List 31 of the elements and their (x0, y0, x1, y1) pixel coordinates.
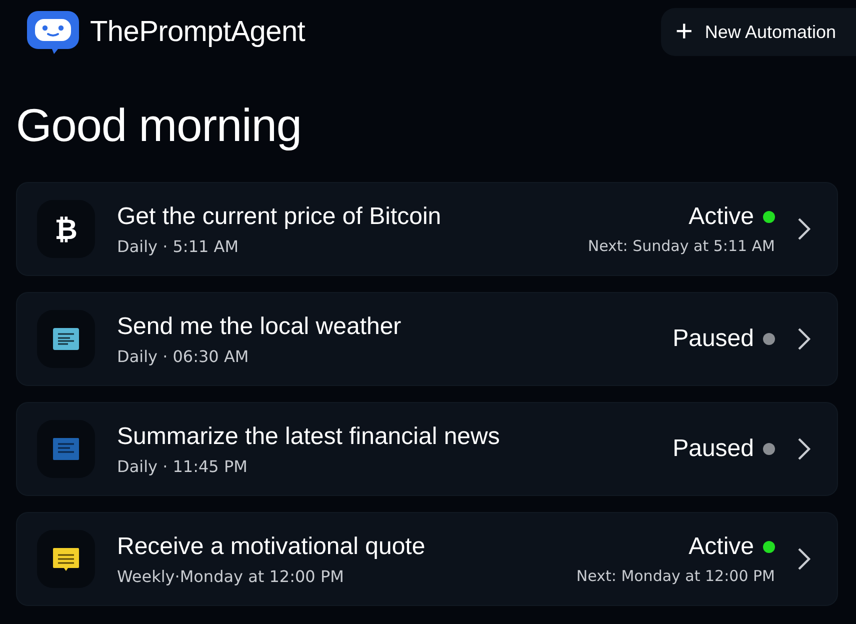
plus-icon: + (675, 17, 693, 47)
next-run-text: Next: Sunday at 5:11 AM (588, 237, 775, 255)
robot-chat-logo (26, 9, 80, 55)
next-run-text: Next: Monday at 12:00 PM (576, 567, 775, 585)
bitcoin-icon: ₿ (54, 212, 78, 246)
status-text: Active (688, 203, 754, 231)
automation-card[interactable]: Summarize the latest financial news Daily · 11:45 PM Paused (16, 402, 838, 496)
automation-title: Summarize the latest financial news (117, 422, 501, 450)
automation-title: Get the current price of Bitcoin (117, 202, 442, 230)
chevron-right-icon (797, 327, 811, 351)
status-text: Paused (672, 325, 754, 353)
message-icon (53, 548, 79, 570)
schedule-text: Daily · 06:30 AM (117, 346, 250, 366)
automation-title: Send me the local weather (117, 312, 402, 340)
status-text: Paused (672, 435, 754, 463)
automation-card[interactable]: ₿ Get the current price of Bitcoin Daily · 5:11 AM Active Next: Sunday at 5:11 AM (16, 182, 838, 276)
schedule-text: Daily · 11:45 PM (117, 456, 248, 476)
new-automation-button[interactable]: + New Automation (661, 8, 856, 56)
chevron-right-icon (797, 217, 811, 241)
schedule-text: Weekly·Monday at 12:00 PM (117, 566, 345, 586)
chevron-right-icon (797, 437, 811, 461)
document-icon (53, 438, 79, 460)
status-text: Active (688, 533, 754, 561)
automation-title: Receive a motivational quote (117, 532, 426, 560)
document-icon (53, 328, 79, 350)
automation-card[interactable]: Send me the local weather Daily · 06:30 AM Paused (16, 292, 838, 386)
chevron-right-icon (797, 547, 811, 571)
greeting-heading: Good morning (16, 98, 302, 152)
automation-card[interactable]: Receive a motivational quote Weekly·Monday at 12:00 PM Active Next: Monday at 12:00 PM (16, 512, 838, 606)
app-name: ThePromptAgent (90, 16, 306, 48)
schedule-text: Daily · 5:11 AM (117, 236, 240, 256)
